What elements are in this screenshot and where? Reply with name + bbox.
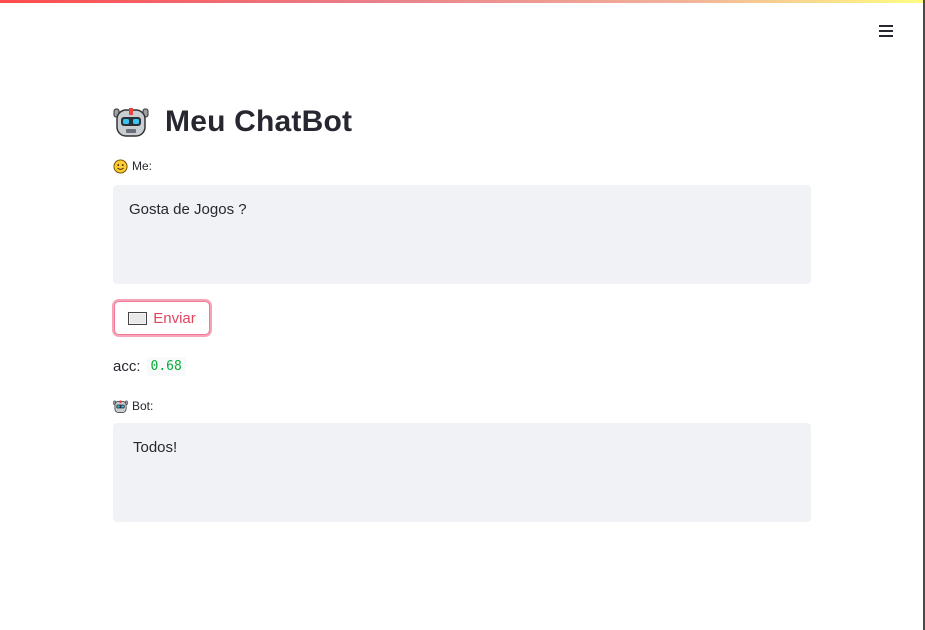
- envelope-icon: [128, 311, 148, 325]
- app-window: Meu ChatBot Me: Gosta de Jogos ? Enviar …: [0, 0, 925, 630]
- bot-label: Bot:: [132, 399, 154, 413]
- page-title: Meu ChatBot: [165, 105, 353, 138]
- user-message-text: Gosta de Jogos ?: [129, 201, 247, 218]
- bot-label-row: Bot:: [113, 397, 811, 415]
- title-row: Meu ChatBot: [113, 100, 811, 144]
- hamburger-menu-icon[interactable]: [877, 22, 895, 40]
- accuracy-label: acc:: [113, 357, 141, 375]
- bot-response-area[interactable]: Todos!: [113, 423, 811, 522]
- main-content: Meu ChatBot Me: Gosta de Jogos ? Enviar …: [113, 100, 811, 522]
- top-decoration-bar: [0, 0, 923, 3]
- send-button-label: Enviar: [153, 309, 196, 327]
- user-message-input[interactable]: Gosta de Jogos ?: [113, 185, 811, 284]
- me-label: Me:: [132, 159, 153, 173]
- bot-response-text: Todos!: [133, 439, 178, 456]
- smiley-face-icon: [113, 158, 128, 174]
- accuracy-value: 0.68: [146, 356, 186, 376]
- me-label-row: Me:: [113, 157, 811, 175]
- robot-icon: [113, 108, 149, 137]
- accuracy-row: acc: 0.68: [113, 355, 811, 377]
- send-button[interactable]: Enviar: [114, 301, 210, 335]
- robot-icon: [113, 399, 128, 413]
